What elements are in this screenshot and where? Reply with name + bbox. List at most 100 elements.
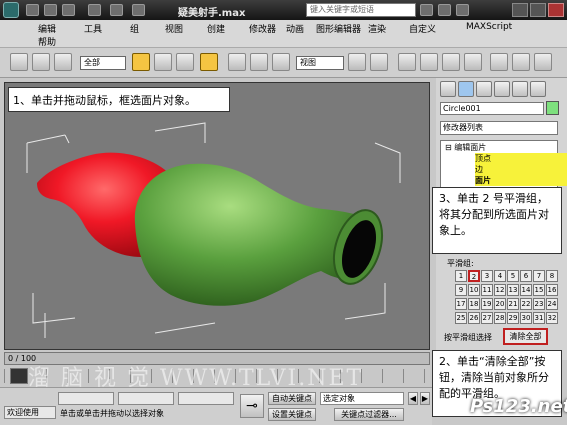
smoothing-group-button[interactable]: 18 bbox=[468, 298, 480, 310]
menu-animation[interactable]: 动画 bbox=[286, 22, 304, 35]
object-color-swatch[interactable] bbox=[546, 101, 559, 115]
smoothing-group-button[interactable]: 10 bbox=[468, 284, 480, 296]
move-icon[interactable] bbox=[228, 53, 246, 71]
minimize-button[interactable] bbox=[512, 3, 528, 17]
utilities-tab-icon[interactable] bbox=[530, 81, 546, 97]
smoothing-group-button[interactable]: 17 bbox=[455, 298, 467, 310]
motion-tab-icon[interactable] bbox=[494, 81, 510, 97]
clear-all-button[interactable]: 清除全部 bbox=[503, 328, 548, 345]
z-coordinate-field[interactable] bbox=[178, 392, 234, 405]
smoothing-group-button[interactable]: 22 bbox=[520, 298, 532, 310]
y-coordinate-field[interactable] bbox=[118, 392, 174, 405]
smoothing-group-button[interactable]: 29 bbox=[507, 312, 519, 324]
rectangular-selection-icon[interactable] bbox=[176, 53, 194, 71]
undo-icon[interactable] bbox=[88, 4, 101, 16]
select-manipulate-icon[interactable] bbox=[370, 53, 388, 71]
align-icon[interactable] bbox=[534, 53, 552, 71]
smoothing-group-button[interactable]: 31 bbox=[533, 312, 545, 324]
smoothing-group-button[interactable]: 4 bbox=[494, 270, 506, 282]
smoothing-group-button[interactable]: 12 bbox=[494, 284, 506, 296]
smoothing-group-button[interactable]: 23 bbox=[533, 298, 545, 310]
smoothing-group-button[interactable]: 3 bbox=[481, 270, 493, 282]
named-selection-icon[interactable] bbox=[490, 53, 508, 71]
select-by-name-icon[interactable] bbox=[154, 53, 172, 71]
set-key-button[interactable]: 设置关键点 bbox=[268, 408, 316, 421]
smoothing-group-button[interactable]: 13 bbox=[507, 284, 519, 296]
maximize-button[interactable] bbox=[530, 3, 546, 17]
menu-edit[interactable]: 编辑 bbox=[38, 22, 56, 35]
smoothing-group-button[interactable]: 7 bbox=[533, 270, 545, 282]
set-key-icon[interactable]: ⊸ bbox=[240, 394, 264, 418]
smoothing-group-button[interactable]: 25 bbox=[455, 312, 467, 324]
smoothing-group-button[interactable]: 24 bbox=[546, 298, 558, 310]
save-file-icon[interactable] bbox=[62, 4, 75, 16]
find-icon[interactable] bbox=[420, 4, 433, 16]
selection-filter-dropdown[interactable]: 全部 bbox=[80, 56, 126, 70]
smoothing-group-button[interactable]: 32 bbox=[546, 312, 558, 324]
stack-item-edge[interactable]: 边 bbox=[475, 164, 567, 175]
percent-snap-icon[interactable] bbox=[442, 53, 460, 71]
max-listener-icon[interactable] bbox=[10, 368, 28, 384]
angle-snap-icon[interactable] bbox=[420, 53, 438, 71]
smoothing-group-button[interactable]: 27 bbox=[481, 312, 493, 324]
prev-key-icon[interactable]: ◀ bbox=[408, 392, 418, 405]
rotate-icon[interactable] bbox=[250, 53, 268, 71]
menu-modifiers[interactable]: 修改器 bbox=[249, 22, 276, 35]
object-name-field[interactable]: Circle001 bbox=[440, 102, 544, 115]
menu-customize[interactable]: 自定义 bbox=[409, 22, 436, 35]
key-filters-button[interactable]: 关键点过滤器... bbox=[334, 408, 404, 421]
redo-icon[interactable] bbox=[110, 4, 123, 16]
menu-maxscript[interactable]: MAXScript bbox=[466, 22, 512, 32]
smoothing-group-button[interactable]: 19 bbox=[481, 298, 493, 310]
x-coordinate-field[interactable] bbox=[58, 392, 114, 405]
bind-space-warp-icon[interactable] bbox=[54, 53, 72, 71]
stack-item-vertex[interactable]: 顶点 bbox=[475, 153, 567, 164]
pivot-center-icon[interactable] bbox=[348, 53, 366, 71]
select-object-icon[interactable] bbox=[132, 53, 150, 71]
smoothing-group-button[interactable]: 5 bbox=[507, 270, 519, 282]
hierarchy-tab-icon[interactable] bbox=[476, 81, 492, 97]
smoothing-group-button[interactable]: 1 bbox=[455, 270, 467, 282]
next-key-icon[interactable]: ▶ bbox=[420, 392, 430, 405]
smoothing-group-button[interactable]: 30 bbox=[520, 312, 532, 324]
smoothing-group-button[interactable]: 9 bbox=[455, 284, 467, 296]
menu-rendering[interactable]: 渲染 bbox=[368, 22, 386, 35]
smoothing-group-button[interactable]: 11 bbox=[481, 284, 493, 296]
smoothing-group-button[interactable]: 8 bbox=[546, 270, 558, 282]
help-icon[interactable] bbox=[456, 4, 469, 16]
smoothing-group-button[interactable]: 15 bbox=[533, 284, 545, 296]
smoothing-group-button[interactable]: 21 bbox=[507, 298, 519, 310]
selected-object-dropdown[interactable]: 选定对象 bbox=[320, 392, 404, 405]
menu-create[interactable]: 创建 bbox=[207, 22, 225, 35]
menu-view[interactable]: 视图 bbox=[165, 22, 183, 35]
project-folder-icon[interactable] bbox=[132, 4, 145, 16]
create-tab-icon[interactable] bbox=[440, 81, 456, 97]
mirror-icon[interactable] bbox=[512, 53, 530, 71]
stack-item-edit-patch[interactable]: ⊟ 编辑面片 bbox=[445, 142, 550, 153]
smoothing-group-button[interactable]: 16 bbox=[546, 284, 558, 296]
window-crossing-icon[interactable] bbox=[200, 53, 218, 71]
new-file-icon[interactable] bbox=[26, 4, 39, 16]
smoothing-group-button[interactable]: 26 bbox=[468, 312, 480, 324]
modify-tab-icon[interactable] bbox=[458, 81, 474, 97]
unlink-icon[interactable] bbox=[32, 53, 50, 71]
menu-help[interactable]: 帮助 bbox=[38, 35, 56, 48]
smoothing-group-button[interactable]: 14 bbox=[520, 284, 532, 296]
smoothing-group-button[interactable]: 28 bbox=[494, 312, 506, 324]
snaps-toggle-icon[interactable] bbox=[398, 53, 416, 71]
menu-graph-editors[interactable]: 图形编辑器 bbox=[316, 22, 361, 35]
reference-coordinate-dropdown[interactable]: 视图 bbox=[296, 56, 344, 70]
select-by-sg-button[interactable]: 按平滑组选择 bbox=[444, 332, 492, 343]
modifier-list-dropdown[interactable]: 修改器列表 bbox=[440, 121, 558, 135]
spinner-snap-icon[interactable] bbox=[464, 53, 482, 71]
menu-tools[interactable]: 工具 bbox=[84, 22, 102, 35]
menu-group[interactable]: 组 bbox=[130, 22, 139, 35]
stack-item-patch[interactable]: 面片 bbox=[475, 175, 567, 186]
smoothing-group-button[interactable]: 20 bbox=[494, 298, 506, 310]
app-logo-icon[interactable] bbox=[3, 2, 19, 18]
close-button[interactable] bbox=[548, 3, 564, 17]
perspective-viewport[interactable] bbox=[4, 82, 430, 350]
open-file-icon[interactable] bbox=[44, 4, 57, 16]
star-icon[interactable] bbox=[438, 4, 451, 16]
scale-icon[interactable] bbox=[272, 53, 290, 71]
